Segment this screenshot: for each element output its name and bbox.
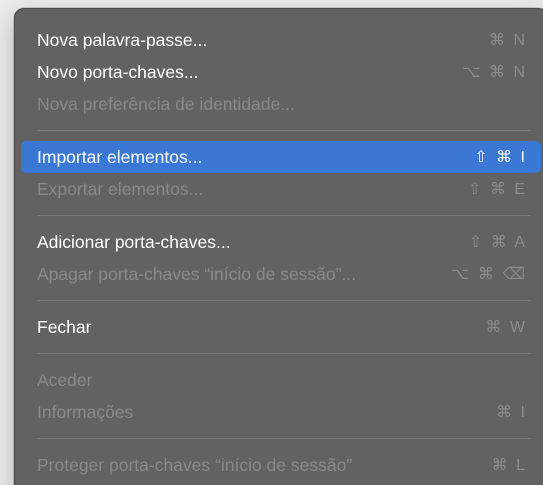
menu-item-label: Aceder — [37, 369, 93, 390]
menu-item-shortcut: ⌥ ⌘ N — [462, 64, 527, 81]
menu-separator — [37, 353, 531, 354]
menu-item-lock-keychain: Proteger porta-chaves “início de sessão”… — [21, 449, 541, 481]
menu-item-shortcut: ⌘ N — [489, 32, 527, 49]
menu-separator — [37, 300, 531, 301]
menu-item-delete-keychain: Apagar porta-chaves “início de sessão”..… — [21, 258, 541, 290]
menu-item-label: Informações — [37, 401, 134, 422]
menu-item-label: Novo porta-chaves... — [37, 61, 199, 82]
menu-item-label: Exportar elementos... — [37, 178, 204, 199]
menu-item-label: Nova palavra-passe... — [37, 29, 208, 50]
menu-item-close[interactable]: Fechar ⌘ W — [21, 311, 541, 343]
menu-item-shortcut: ⌘ W — [485, 319, 527, 336]
menu-item-shortcut: ⌘ L — [491, 457, 527, 474]
screen: Nova palavra-passe... ⌘ N Novo porta-cha… — [0, 0, 543, 485]
menu-item-access: Aceder — [21, 364, 541, 396]
menu-item-label: Apagar porta-chaves “início de sessão”..… — [37, 263, 357, 284]
menu-item-label: Fechar — [37, 316, 92, 337]
menu-item-label: Nova preferência de identidade... — [37, 93, 295, 114]
menu-separator — [37, 130, 531, 131]
menu-item-shortcut: ⌥ ⌘ ⌫ — [451, 266, 527, 283]
menu-item-new-keychain[interactable]: Novo porta-chaves... ⌥ ⌘ N — [21, 56, 541, 88]
menu-item-shortcut: ⌘ I — [496, 404, 527, 421]
menu-item-shortcut: ⇧ ⌘ I — [474, 149, 527, 166]
menu-item-new-password[interactable]: Nova palavra-passe... ⌘ N — [21, 24, 541, 56]
file-dropdown-menu: Nova palavra-passe... ⌘ N Novo porta-cha… — [14, 8, 543, 485]
menu-item-label: Proteger porta-chaves “início de sessão” — [37, 454, 353, 475]
menu-separator — [37, 215, 531, 216]
menu-separator — [37, 438, 531, 439]
menu-item-get-info: Informações ⌘ I — [21, 396, 541, 428]
menu-item-export-items: Exportar elementos... ⇧ ⌘ E — [21, 173, 541, 205]
menu-item-label: Adicionar porta-chaves... — [37, 231, 231, 252]
menu-item-new-identity-preference: Nova preferência de identidade... — [21, 88, 541, 120]
menu-item-import-items[interactable]: Importar elementos... ⇧ ⌘ I — [21, 141, 541, 173]
menu-item-shortcut: ⇧ ⌘ E — [468, 181, 527, 198]
menu-item-add-keychain[interactable]: Adicionar porta-chaves... ⇧ ⌘ A — [21, 226, 541, 258]
menu-item-label: Importar elementos... — [37, 146, 203, 167]
menu-item-shortcut: ⇧ ⌘ A — [468, 234, 527, 251]
